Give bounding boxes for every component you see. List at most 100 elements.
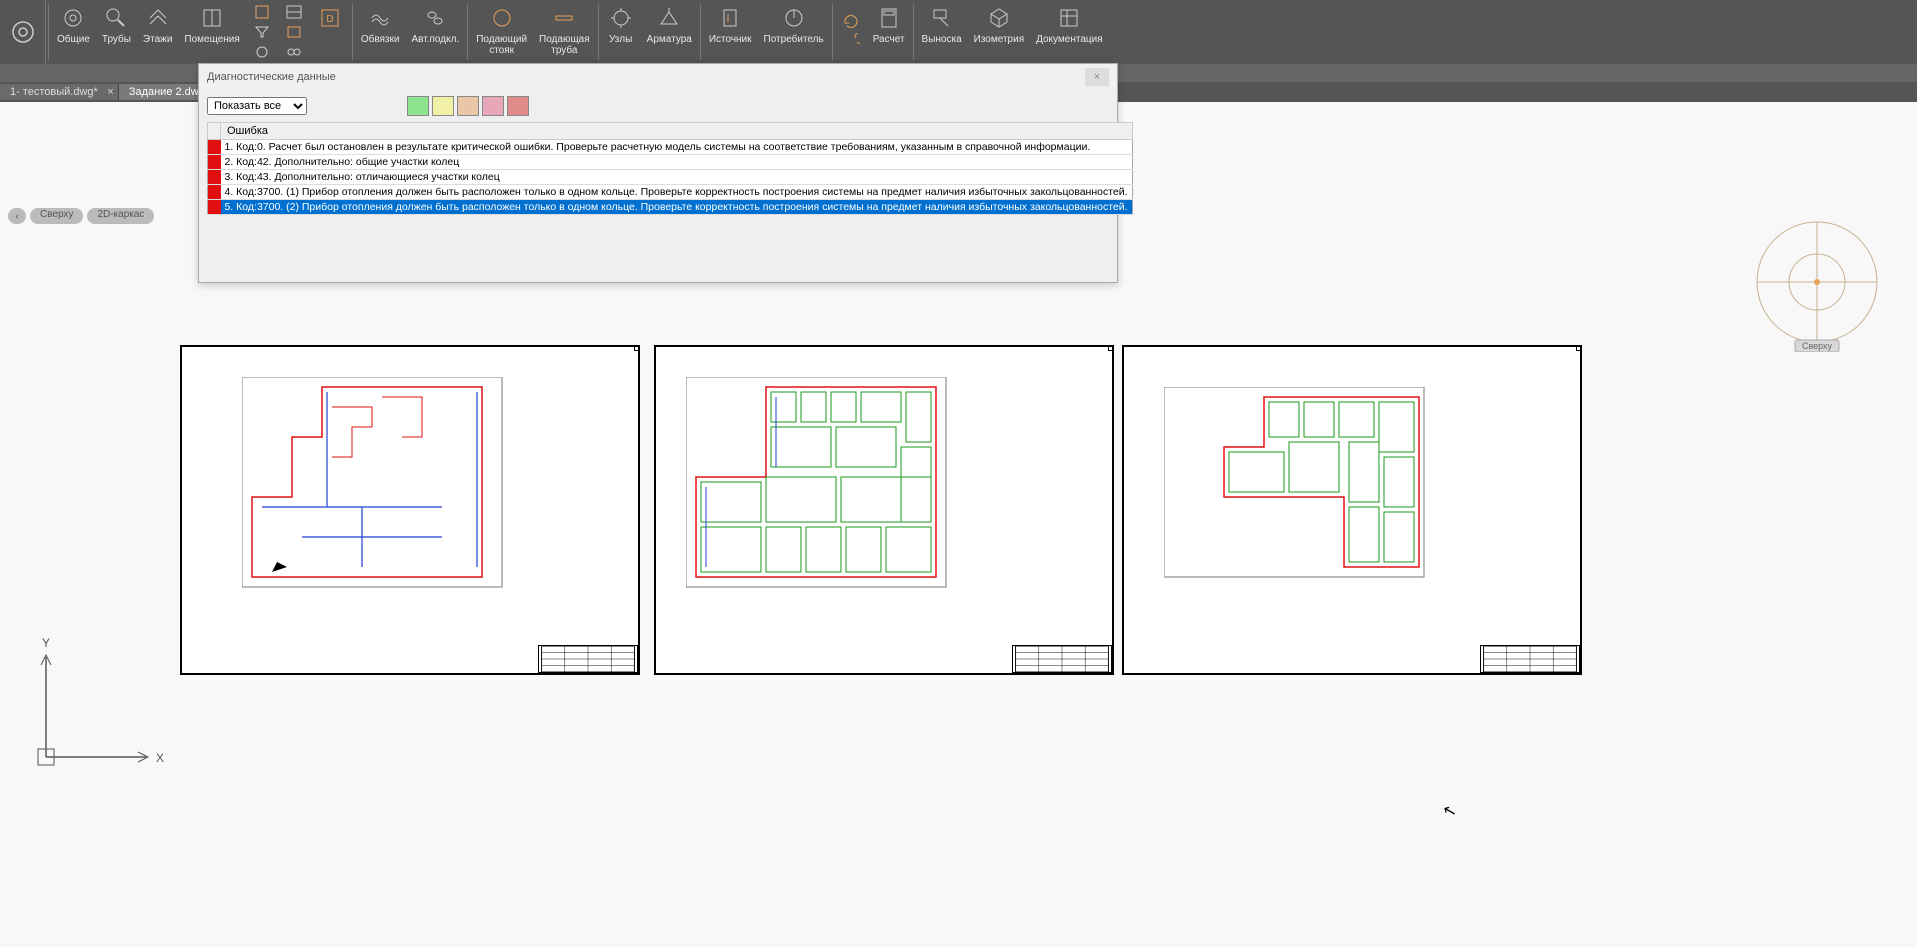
severity-swatch[interactable] bbox=[482, 96, 504, 116]
source-label: Источник bbox=[709, 34, 752, 45]
general-button[interactable]: Общие bbox=[51, 0, 96, 64]
callout-label: Выноска bbox=[922, 34, 962, 45]
calc-label: Расчет bbox=[873, 34, 905, 45]
floorplan-1 bbox=[242, 377, 512, 597]
tab-doc1-label: 1- тестовый.dwg* bbox=[10, 86, 98, 98]
error-severity-cell bbox=[208, 170, 221, 185]
doc-icon bbox=[254, 5, 270, 19]
title-block-1 bbox=[538, 645, 638, 673]
small-btn-2c[interactable] bbox=[282, 43, 306, 61]
source-icon bbox=[718, 6, 742, 30]
error-row[interactable]: 5. Код:3700. (2) Прибор отопления должен… bbox=[208, 200, 1133, 215]
error-severity-cell bbox=[208, 185, 221, 200]
severity-swatch[interactable] bbox=[507, 96, 529, 116]
error-severity-cell bbox=[208, 140, 221, 155]
small-gear-icon bbox=[254, 45, 270, 59]
pill-mode[interactable]: 2D-каркас bbox=[87, 208, 154, 224]
error-text-cell: 3. Код:43. Дополнительно: отличающиеся у… bbox=[221, 170, 1133, 185]
title-block-2 bbox=[1012, 645, 1112, 673]
calc-button[interactable]: Расчет bbox=[867, 0, 911, 64]
rotate-btn[interactable] bbox=[839, 33, 863, 51]
supply-riser-label: Подающий стояк bbox=[476, 34, 527, 56]
callout-icon bbox=[930, 6, 954, 30]
isometry-label: Изометрия bbox=[974, 34, 1024, 45]
nodes-button[interactable]: Узлы bbox=[601, 0, 641, 64]
severity-swatch[interactable] bbox=[407, 96, 429, 116]
view-pills: ‹ Сверху 2D-каркас bbox=[8, 208, 154, 224]
fittings-button[interactable]: Арматура bbox=[641, 0, 698, 64]
autoconn-button[interactable]: Авт.подкл. bbox=[405, 0, 465, 64]
small-btn-1a[interactable] bbox=[250, 3, 274, 21]
supply-pipe-label: Подающая труба bbox=[539, 34, 590, 56]
isometry-button[interactable]: Изометрия bbox=[968, 0, 1030, 64]
floors-button[interactable]: Этажи bbox=[137, 0, 179, 64]
wave-icon bbox=[368, 6, 392, 30]
severity-swatch[interactable] bbox=[432, 96, 454, 116]
refresh-btn[interactable] bbox=[839, 13, 863, 31]
d-panel-button[interactable]: D bbox=[310, 0, 350, 64]
error-text-cell: 4. Код:3700. (1) Прибор отопления должен… bbox=[221, 185, 1133, 200]
valve-icon bbox=[657, 6, 681, 30]
documentation-button[interactable]: Документация bbox=[1030, 0, 1109, 64]
table-icon bbox=[1057, 6, 1081, 30]
pill-back[interactable]: ‹ bbox=[8, 208, 26, 224]
col-error[interactable]: Ошибка bbox=[221, 123, 1133, 140]
app-logo[interactable] bbox=[0, 0, 46, 64]
title-block-3 bbox=[1480, 645, 1580, 673]
filter-select[interactable]: Показать все bbox=[207, 97, 307, 115]
dialog-title-text: Диагностические данные bbox=[207, 71, 336, 83]
autoconn-label: Авт.подкл. bbox=[411, 34, 459, 45]
circle-icon bbox=[490, 6, 514, 30]
sheet-1 bbox=[180, 345, 640, 675]
consumer-button[interactable]: Потребитель bbox=[758, 0, 830, 64]
callout-button[interactable]: Выноска bbox=[916, 0, 968, 64]
floors-icon bbox=[146, 6, 170, 30]
error-row[interactable]: 3. Код:43. Дополнительно: отличающиеся у… bbox=[208, 170, 1133, 185]
fittings-label: Арматура bbox=[647, 34, 692, 45]
error-row[interactable]: 4. Код:3700. (1) Прибор отопления должен… bbox=[208, 185, 1133, 200]
pill-view[interactable]: Сверху bbox=[30, 208, 83, 224]
source-button[interactable]: Источник bbox=[703, 0, 758, 64]
d-panel-icon: D bbox=[318, 6, 342, 30]
ribbon-small-col-2 bbox=[278, 0, 310, 64]
node-gear-icon bbox=[609, 6, 633, 30]
small-btn-2a[interactable] bbox=[282, 3, 306, 21]
small-btn-1c[interactable] bbox=[250, 43, 274, 61]
error-table: Ошибка 1. Код:0. Расчет был остановлен в… bbox=[207, 122, 1133, 215]
rooms-label: Помещения bbox=[184, 34, 239, 45]
calc-icons-col bbox=[835, 0, 867, 64]
error-text-cell: 1. Код:0. Расчет был остановлен в резуль… bbox=[221, 140, 1133, 155]
floorplan-3 bbox=[1164, 387, 1434, 587]
error-row[interactable]: 2. Код:42. Дополнительно: общие участки … bbox=[208, 155, 1133, 170]
chain-icon bbox=[423, 6, 447, 30]
supply-riser-button[interactable]: Подающий стояк bbox=[470, 0, 533, 64]
sheet-2 bbox=[654, 345, 1114, 675]
small-btn-2b[interactable] bbox=[282, 23, 306, 41]
supply-pipe-button[interactable]: Подающая труба bbox=[533, 0, 596, 64]
rooms-icon bbox=[200, 6, 224, 30]
tab-doc1[interactable]: 1- тестовый.dwg* × bbox=[0, 84, 119, 100]
floors-label: Этажи bbox=[143, 34, 173, 45]
rooms-button[interactable]: Помещения bbox=[178, 0, 245, 64]
dialog-titlebar[interactable]: Диагностические данные × bbox=[199, 64, 1117, 90]
severity-swatch[interactable] bbox=[457, 96, 479, 116]
error-row[interactable]: 1. Код:0. Расчет был остановлен в резуль… bbox=[208, 140, 1133, 155]
pipes-button[interactable]: Трубы bbox=[96, 0, 137, 64]
pipes-label: Трубы bbox=[102, 34, 131, 45]
filter-icon bbox=[254, 25, 270, 39]
svg-text:D: D bbox=[326, 14, 333, 25]
bindings-button[interactable]: Обвязки bbox=[355, 0, 406, 64]
error-severity-cell bbox=[208, 200, 221, 215]
close-icon[interactable]: × bbox=[107, 86, 113, 98]
svg-text:Сверху: Сверху bbox=[1802, 341, 1833, 351]
viewcube[interactable]: Сверху bbox=[1747, 212, 1887, 352]
general-label: Общие bbox=[57, 34, 90, 45]
refresh-icon bbox=[842, 13, 860, 31]
dialog-close-button[interactable]: × bbox=[1085, 68, 1109, 86]
small-btn-1b[interactable] bbox=[250, 23, 274, 41]
dialog-toolbar: Показать все bbox=[199, 90, 1117, 122]
bindings-label: Обвязки bbox=[361, 34, 400, 45]
pipe-gear-icon bbox=[104, 6, 128, 30]
error-severity-cell bbox=[208, 155, 221, 170]
gear-icon bbox=[61, 6, 85, 30]
